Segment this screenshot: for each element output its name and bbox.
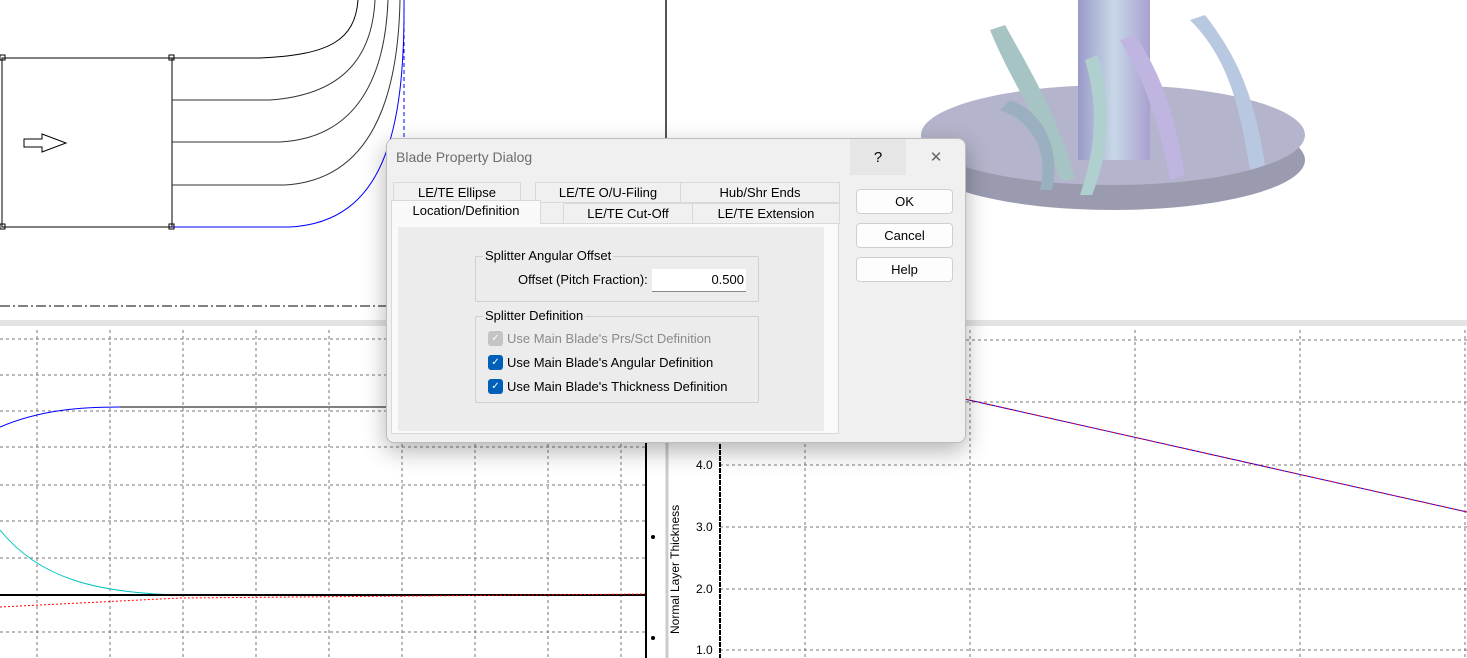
checkbox-label: Use Main Blade's Prs/Sct Definition <box>507 331 712 346</box>
y-tick-label: 2.0 <box>696 582 713 596</box>
tab-content: Splitter Angular Offset Offset (Pitch Fr… <box>398 227 824 431</box>
tab-le-te-cut-off[interactable]: LE/TE Cut-Off <box>563 203 693 224</box>
group-label: Splitter Definition <box>483 308 586 323</box>
splitter-definition-group: Splitter Definition ✓ Use Main Blade's P… <box>475 308 759 403</box>
offset-input[interactable]: 0.500 <box>652 269 746 292</box>
y-tick-label: 3.0 <box>696 520 713 534</box>
help-title-button[interactable]: ? <box>850 139 906 175</box>
impeller-3d-view <box>921 0 1305 210</box>
ok-button[interactable]: OK <box>856 189 953 214</box>
offset-label: Offset (Pitch Fraction): <box>518 272 648 287</box>
tab-le-te-extension[interactable]: LE/TE Extension <box>692 203 840 224</box>
y-tick-label: 4.0 <box>696 458 713 472</box>
help-button[interactable]: Help <box>856 257 953 282</box>
y-tick-label: 1.0 <box>696 643 713 657</box>
group-label: Splitter Angular Offset <box>483 248 614 263</box>
angular-offset-group: Splitter Angular Offset Offset (Pitch Fr… <box>475 248 759 302</box>
tab-hub-shr-ends[interactable]: Hub/Shr Ends <box>680 182 840 203</box>
flow-arrow-icon <box>23 133 68 153</box>
tab-location-definition[interactable]: Location/Definition <box>391 200 541 224</box>
tab-le-te-o-u-filing[interactable]: LE/TE O/U-Filing <box>535 182 681 203</box>
dialog-title: Blade Property Dialog <box>396 149 533 165</box>
close-icon[interactable]: ✕ <box>908 139 964 175</box>
checkbox-label: Use Main Blade's Angular Definition <box>507 355 714 370</box>
checkbox-thickness-definition[interactable]: ✓ <box>488 379 503 394</box>
blade-property-dialog: Blade Property Dialog ? ✕ LE/TE Ellipse … <box>386 138 966 443</box>
checkbox-label: Use Main Blade's Thickness Definition <box>507 379 728 394</box>
y-axis-label: Normal Layer Thickness <box>668 504 682 634</box>
cancel-button[interactable]: Cancel <box>856 223 953 248</box>
checkbox-angular-definition[interactable]: ✓ <box>488 355 503 370</box>
checkbox-prs-sct-definition[interactable]: ✓ <box>488 331 503 346</box>
